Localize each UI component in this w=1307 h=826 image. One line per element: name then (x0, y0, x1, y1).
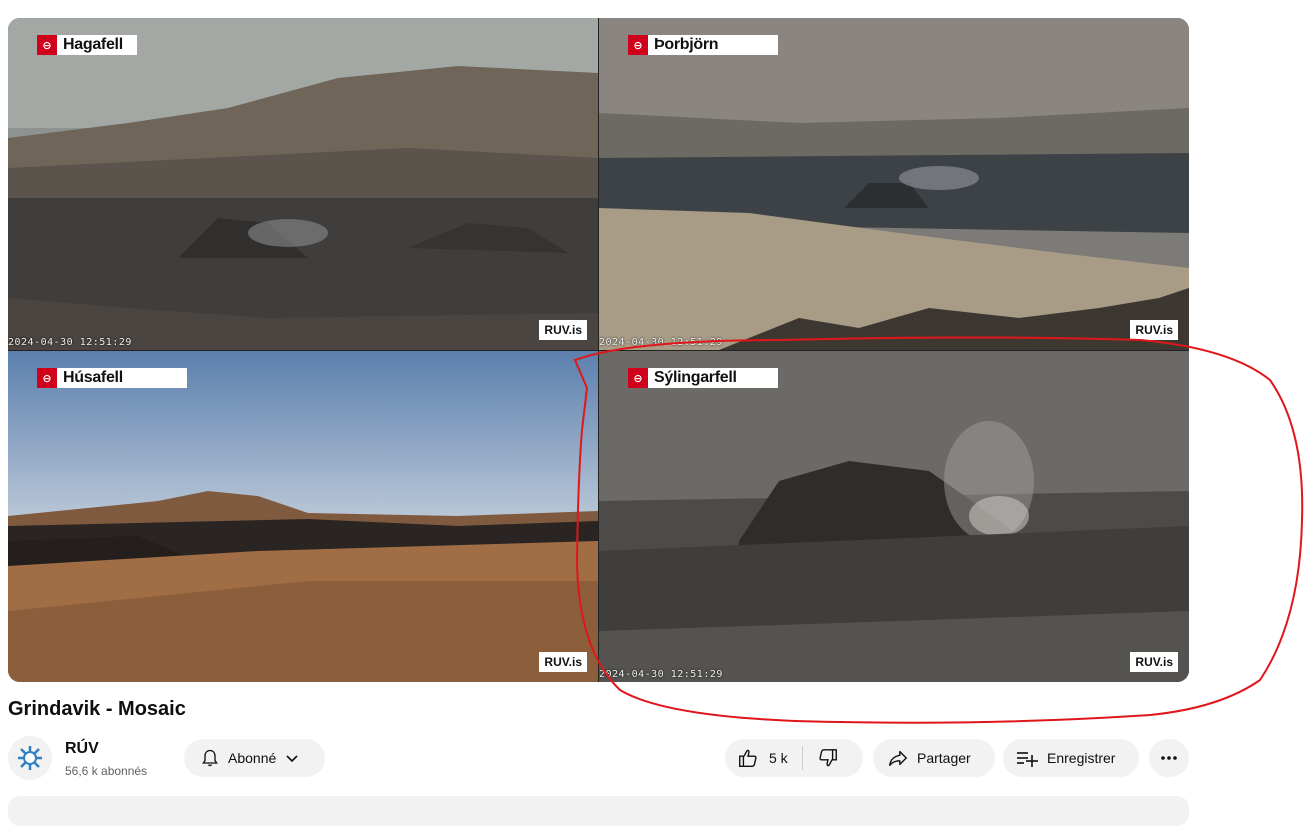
share-label: Partager (917, 750, 971, 766)
ruv-logo-icon (18, 746, 42, 770)
ruv-logo-icon: ⊖ (37, 35, 57, 55)
playlist-add-icon (1017, 752, 1038, 767)
ruv-watermark: RUV.is (539, 320, 587, 340)
camera-label: ⊖ Hagafell (37, 35, 137, 55)
save-label: Enregistrer (1047, 750, 1116, 766)
chevron-down-icon (286, 755, 298, 763)
subscriber-count: 56,6 k abonnés (65, 764, 148, 778)
camera-label: ⊖ Þorbjörn (628, 35, 778, 55)
camera-scene-image (8, 351, 598, 682)
channel-avatar[interactable] (8, 736, 52, 780)
camera-scene-image (599, 18, 1189, 350)
thumbs-down-icon (819, 749, 837, 767)
timestamp: 2024-04-30 12:51:29 (8, 337, 132, 348)
ruv-logo-icon: ⊖ (628, 35, 648, 55)
ruv-logo-icon: ⊖ (628, 368, 648, 388)
camera-name: Húsafell (63, 369, 123, 386)
timestamp: 2024-04-30 12:51:29 (599, 669, 723, 680)
camera-feed-thorbjorn: ⊖ Þorbjörn RUV.is 2024-04-30 12:51:29 (599, 18, 1189, 350)
camera-scene-image (599, 351, 1189, 682)
like-count: 5 k (769, 750, 788, 766)
subscribed-label: Abonné (228, 750, 277, 766)
video-title: Grindavik - Mosaic (8, 698, 186, 720)
camera-name: Sýlingarfell (654, 369, 737, 386)
like-button[interactable]: 5 k (725, 739, 802, 777)
video-player[interactable]: ⊖ Hagafell RUV.is 2024-04-30 12:51:29 ⊖ … (8, 18, 1189, 682)
camera-name: Þorbjörn (654, 36, 719, 53)
camera-feed-husafell: ⊖ Húsafell RUV.is (8, 351, 598, 682)
ruv-logo-icon: ⊖ (37, 368, 57, 388)
more-actions-button[interactable] (1149, 739, 1189, 777)
camera-feed-sylingarfell: ⊖ Sýlingarfell RUV.is 2024-04-30 12:51:2… (599, 351, 1189, 682)
share-icon (889, 750, 907, 767)
ruv-watermark: RUV.is (1130, 320, 1178, 340)
camera-scene-image (8, 18, 598, 350)
channel-name[interactable]: RÚV (65, 740, 99, 758)
like-dislike-group: 5 k (725, 739, 863, 777)
dislike-button[interactable] (803, 739, 839, 777)
camera-name: Hagafell (63, 36, 123, 53)
bell-icon (202, 749, 218, 767)
thumbs-up-icon (739, 749, 757, 767)
subscribed-button[interactable]: Abonné (184, 739, 325, 777)
ruv-watermark: RUV.is (1130, 652, 1178, 672)
save-button[interactable]: Enregistrer (1003, 739, 1139, 777)
ruv-watermark: RUV.is (539, 652, 587, 672)
share-button[interactable]: Partager (873, 739, 995, 777)
more-horiz-icon (1161, 756, 1177, 760)
camera-label: ⊖ Húsafell (37, 368, 187, 388)
description-box[interactable] (8, 796, 1189, 826)
timestamp: 2024-04-30 12:51:29 (599, 337, 723, 348)
camera-label: ⊖ Sýlingarfell (628, 368, 778, 388)
camera-feed-hagafell: ⊖ Hagafell RUV.is 2024-04-30 12:51:29 (8, 18, 598, 350)
